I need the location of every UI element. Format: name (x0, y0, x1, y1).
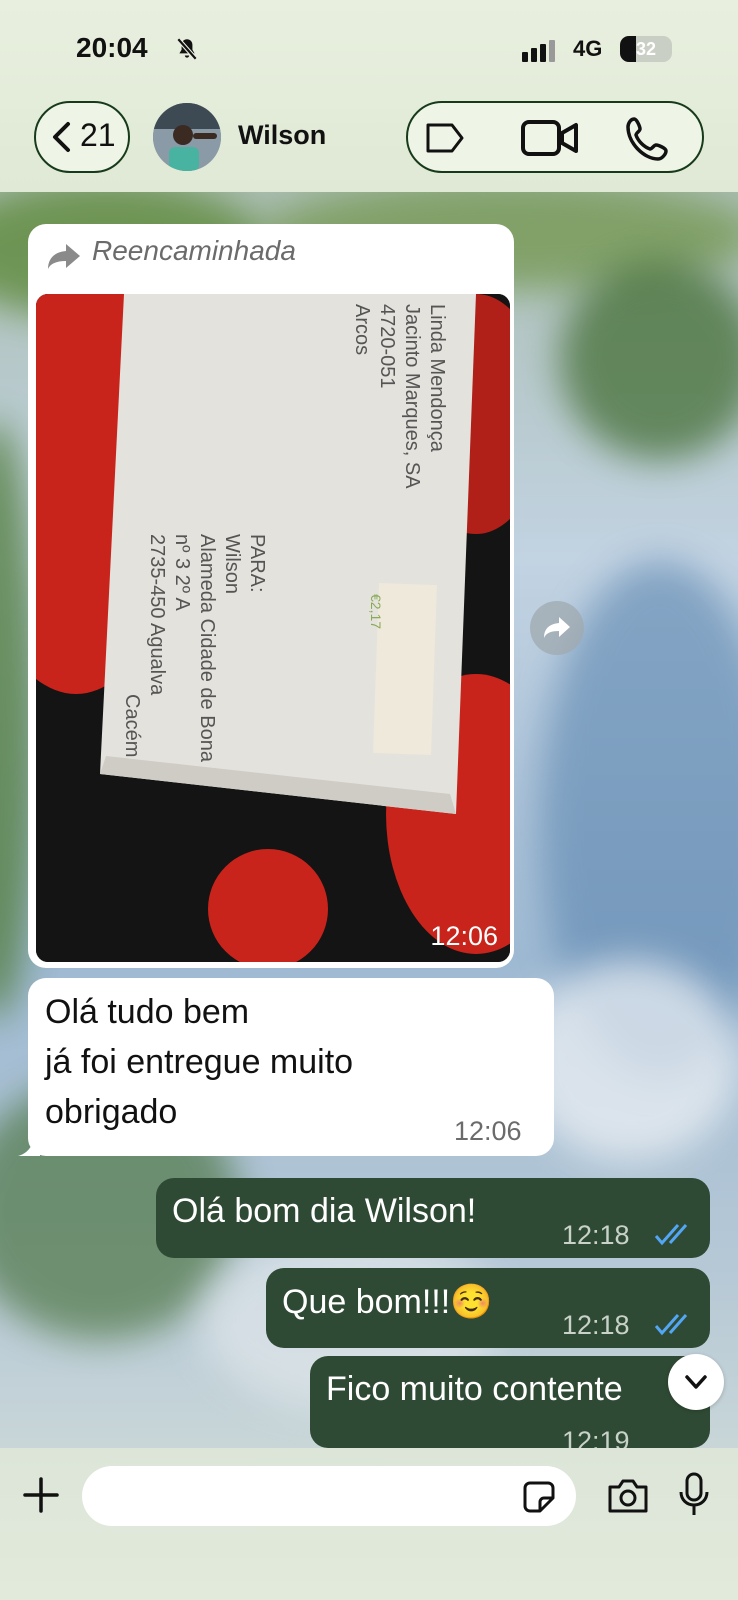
forward-arrow-icon (48, 244, 80, 269)
outgoing-message-time: 12:18 (562, 1310, 630, 1340)
read-ticks-icon (654, 1314, 688, 1336)
label-icon[interactable] (424, 121, 466, 155)
avatar[interactable] (153, 103, 221, 171)
photo-timestamp: 12:06 (430, 921, 498, 951)
chat-header: 20:04 4G 32 21 Wilson (0, 0, 738, 192)
bubble-tail (18, 1128, 40, 1156)
battery-icon: 32 (620, 36, 672, 62)
back-button[interactable]: 21 (34, 101, 130, 173)
composer-bar (0, 1448, 738, 1600)
bell-muted-icon (176, 37, 198, 61)
plus-icon[interactable] (22, 1476, 60, 1514)
microphone-icon[interactable] (678, 1472, 710, 1518)
envelope-address-line-2: nº 3 2º A (171, 534, 193, 612)
read-ticks-icon (654, 1224, 688, 1246)
stamp-text: €2,17 (368, 594, 384, 629)
forwarded-label: Reencaminhada (92, 235, 296, 266)
envelope-sender-line-4: Arcos (351, 304, 373, 355)
envelope-sender-line-1: Linda Mendonça (426, 304, 448, 453)
envelope-address-line-4: Cacém (121, 694, 143, 757)
envelope-image: €2,17 Linda Mendonça Jacinto Marques, SA… (36, 294, 510, 962)
envelope-photo[interactable]: €2,17 Linda Mendonça Jacinto Marques, SA… (36, 294, 510, 962)
avatar-photo (153, 103, 221, 171)
envelope-sender-line-2: Jacinto Marques, SA (401, 304, 423, 489)
chevron-left-icon (53, 122, 70, 152)
incoming-message-line-1: Olá tudo bem (45, 993, 250, 1031)
sticker-icon[interactable] (522, 1480, 556, 1514)
outgoing-message-text: Olá bom dia Wilson! (172, 1192, 477, 1230)
envelope-recipient: Wilson (221, 534, 243, 594)
phone-icon[interactable] (624, 115, 674, 163)
incoming-message-line-3: obrigado (45, 1093, 178, 1131)
battery-level: 32 (635, 39, 657, 59)
header-actions (406, 101, 704, 173)
camera-icon[interactable] (606, 1478, 650, 1514)
message-input[interactable] (82, 1466, 576, 1526)
incoming-message-time: 12:06 (454, 1116, 522, 1146)
signal-icon (522, 40, 555, 62)
envelope-to-label: PARA: (246, 534, 268, 593)
incoming-message-line-2: já foi entregue muito (45, 1043, 354, 1081)
forward-arrow-icon (544, 617, 570, 638)
status-time: 20:04 (76, 32, 148, 63)
outgoing-message-time: 12:18 (562, 1220, 630, 1250)
envelope-address-line-1: Alameda Cidade de Bona (196, 534, 218, 763)
unread-count: 21 (80, 117, 116, 153)
chevron-down-icon (685, 1375, 707, 1389)
scroll-to-bottom-button[interactable] (668, 1354, 724, 1410)
forward-button[interactable] (530, 601, 584, 655)
outgoing-message-text: Que bom!!!☺️ (282, 1283, 493, 1321)
video-camera-icon[interactable] (520, 119, 580, 157)
envelope-sender-line-3: 4720-051 (376, 304, 398, 389)
outgoing-message-text: Fico muito contente (326, 1370, 623, 1408)
envelope-address-line-3: 2735-450 Agualva (146, 534, 168, 696)
network-type: 4G (573, 36, 603, 61)
contact-name[interactable]: Wilson (238, 120, 326, 151)
